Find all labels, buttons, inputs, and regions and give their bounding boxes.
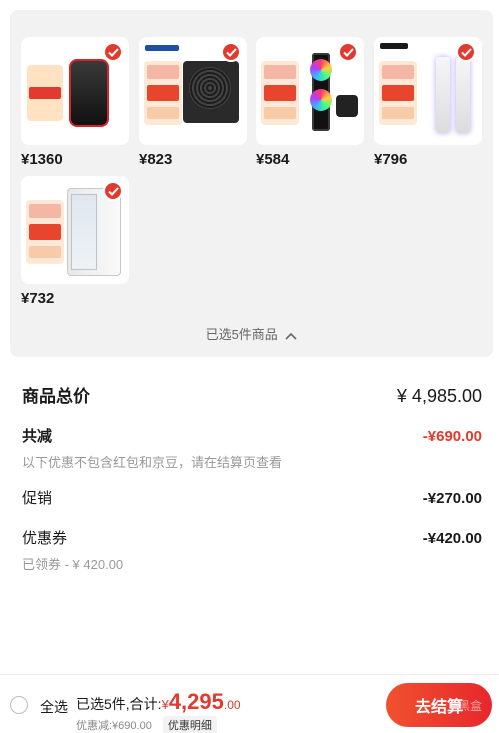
checkout-button[interactable]: 去结算 黑盒 xyxy=(386,683,492,727)
product-price: ¥823 xyxy=(139,151,173,168)
ram-stick-image xyxy=(456,57,470,133)
selected-check-icon[interactable] xyxy=(456,42,476,62)
product-item-ram[interactable]: ¥796 xyxy=(374,37,482,168)
checkout-label: 去结算 xyxy=(414,699,463,716)
discount-line: 优惠减:¥690.00 优惠明细 xyxy=(76,716,217,733)
reduce-value: -¥690.00 xyxy=(422,428,482,445)
product-image-ram[interactable] xyxy=(374,37,482,145)
product-image-ssd[interactable] xyxy=(21,37,129,145)
selected-check-icon[interactable] xyxy=(221,42,241,62)
ram-stick-image xyxy=(436,57,450,133)
promo-tag xyxy=(261,61,299,125)
selected-check-icon[interactable] xyxy=(103,42,123,62)
select-all-label[interactable]: 全选 xyxy=(40,697,68,717)
selected-products-panel: ¥1360 ¥823 ¥584 ¥796 ¥732 已选5件商品 xyxy=(10,10,493,357)
product-item-power-supply[interactable]: ¥823 xyxy=(139,37,247,168)
brand-logo xyxy=(380,43,408,49)
coupon-value: -¥420.00 xyxy=(422,530,482,547)
reduce-label: 共减 xyxy=(22,428,53,445)
product-image-pc-case[interactable] xyxy=(21,176,129,284)
case-glass-panel xyxy=(71,194,97,270)
brand-logo xyxy=(145,45,179,51)
product-price: ¥796 xyxy=(374,151,408,168)
chevron-up-icon xyxy=(285,328,297,343)
promo-tag xyxy=(144,61,182,125)
selected-count-text: 已选5件,合计: xyxy=(76,696,162,712)
promo-label: 促销 xyxy=(22,490,53,507)
coupon-row[interactable]: 优惠券 -¥420.00 xyxy=(22,527,482,548)
promo-price-tag xyxy=(29,87,61,99)
discount-detail-link[interactable]: 优惠明细 xyxy=(162,716,217,733)
product-item-cpu-cooler[interactable]: ¥584 xyxy=(256,37,364,168)
selected-check-icon[interactable] xyxy=(103,181,123,201)
ssd-drive-image xyxy=(69,59,109,127)
total-row: 商品总价 ¥ 4,985.00 xyxy=(22,382,482,407)
promo-row: 促销 -¥270.00 xyxy=(22,487,482,508)
product-price: ¥1360 xyxy=(21,151,63,168)
fan-image xyxy=(189,67,231,109)
coupon-note: 已领券 - ¥ 420.00 xyxy=(22,557,124,572)
total-cents: .00 xyxy=(223,698,241,712)
total-label: 商品总价 xyxy=(22,387,90,406)
select-all-radio[interactable] xyxy=(10,696,28,714)
rgb-fan-image xyxy=(310,89,332,111)
product-image-cpu-cooler[interactable] xyxy=(256,37,364,145)
selected-items-toggle[interactable]: 已选5件商品 xyxy=(10,324,493,343)
discount-text: 优惠减:¥690.00 xyxy=(76,720,152,732)
total-line: 已选5件,合计:¥4,295.00 xyxy=(76,689,241,715)
product-item-pc-case[interactable]: ¥732 xyxy=(21,176,129,307)
pump-image xyxy=(336,95,358,117)
promo-value: -¥270.00 xyxy=(422,490,482,507)
currency-symbol: ¥ xyxy=(161,697,169,712)
total-amount: 4,295 xyxy=(168,689,224,714)
promo-tag xyxy=(379,61,417,125)
checkout-bar: 全选 已选5件,合计:¥4,295.00 优惠减:¥690.00 优惠明细 去结… xyxy=(0,674,499,733)
selected-check-icon[interactable] xyxy=(338,42,358,62)
promo-tag xyxy=(26,200,64,264)
product-price: ¥732 xyxy=(21,290,55,307)
product-price: ¥584 xyxy=(256,151,290,168)
watermark-overlay: 黑盒 xyxy=(457,699,482,713)
coupon-label: 优惠券 xyxy=(22,530,68,547)
rgb-fan-image xyxy=(310,59,332,81)
reduce-note: 以下优惠不包含红包和京豆，请在结算页查看 xyxy=(22,455,283,470)
product-image-power-supply[interactable] xyxy=(139,37,247,145)
product-item-ssd[interactable]: ¥1360 xyxy=(21,37,129,168)
selected-items-label: 已选5件商品 xyxy=(205,327,278,342)
reduce-row: 共减 -¥690.00 xyxy=(22,425,482,446)
total-value: ¥ 4,985.00 xyxy=(396,386,482,406)
